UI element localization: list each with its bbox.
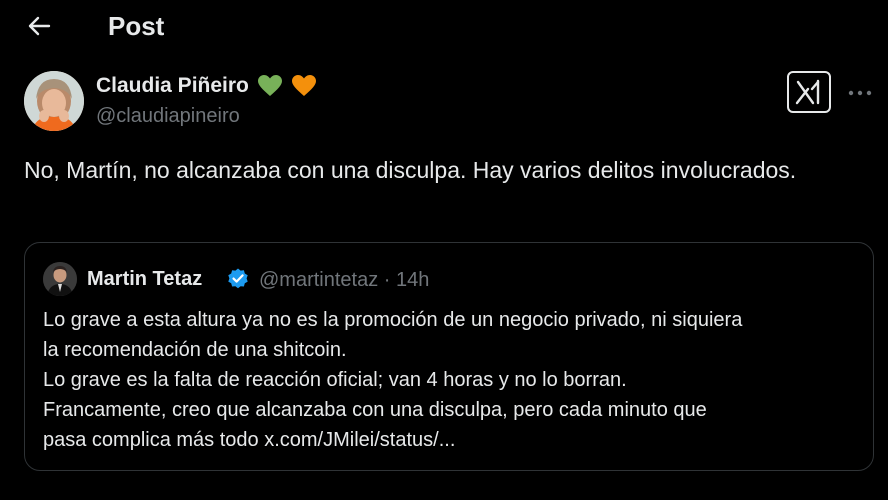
post-text: No, Martín, no alcanzaba con una disculp…	[24, 157, 797, 183]
avatar-image	[24, 71, 84, 131]
quoted-post-text: Lo grave a esta altura ya no es la promo…	[43, 305, 863, 455]
green-heart-icon	[257, 75, 282, 96]
quoted-author-avatar[interactable]	[43, 262, 77, 296]
quoted-post-time[interactable]: 14h	[396, 269, 429, 291]
grok-icon	[795, 79, 820, 105]
back-button[interactable]	[22, 9, 56, 43]
quoted-text-line: Lo grave a esta altura ya no es la promo…	[43, 309, 743, 331]
verified-badge-icon	[228, 268, 248, 289]
arrow-left-icon	[28, 16, 51, 36]
page-title: Post	[108, 11, 165, 41]
quoted-text-line: Lo grave es la falta de reacción oficial…	[43, 369, 627, 391]
quoted-post[interactable]: Martin Tetaz @martintetaz · 14h Lo grave…	[24, 242, 874, 471]
quoted-meta: @martintetaz · 14h	[259, 266, 429, 294]
author-name[interactable]: Claudia Piñeiro	[96, 72, 249, 100]
quoted-text-line: pasa complica más todo x.com/JMilei/stat…	[43, 429, 456, 451]
avatar-image	[43, 262, 77, 296]
orange-heart-icon	[291, 75, 316, 96]
author-handle[interactable]: @claudiapineiro	[96, 103, 240, 129]
more-horizontal-icon	[848, 90, 872, 96]
author-name-row[interactable]: Claudia Piñeiro	[96, 72, 317, 100]
header: Post	[0, 0, 888, 54]
meta-separator: ·	[383, 269, 391, 291]
quoted-author-name[interactable]: Martin Tetaz	[87, 265, 202, 293]
grok-button[interactable]	[787, 71, 831, 113]
post-page: Post Claudia Piñeiro @claudiapineiro No,…	[0, 0, 888, 500]
quoted-author-handle[interactable]: @martintetaz	[259, 269, 378, 291]
quoted-text-line: Francamente, creo que alcanzaba con una …	[43, 399, 707, 421]
more-options-button[interactable]	[845, 80, 875, 106]
author-avatar[interactable]	[24, 71, 84, 131]
quoted-text-line: la recomendación de una shitcoin.	[43, 339, 347, 361]
